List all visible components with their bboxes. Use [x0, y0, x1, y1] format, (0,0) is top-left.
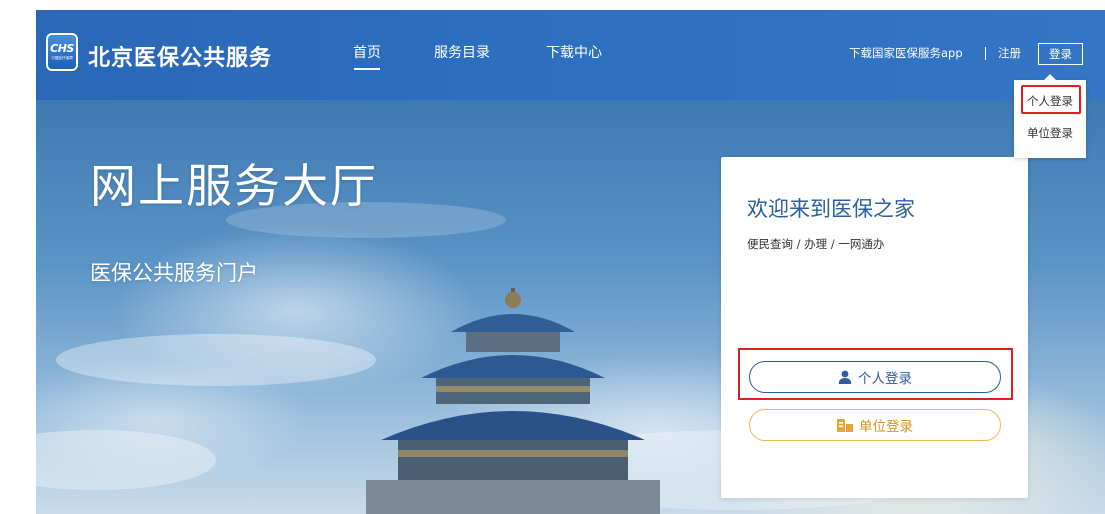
login-button[interactable]: 登录 — [1038, 43, 1083, 65]
download-app-link[interactable]: 下载国家医保服务app — [849, 45, 963, 61]
hero-title: 网上服务大厅 — [90, 159, 378, 213]
personal-login-button[interactable]: 个人登录 — [749, 361, 1001, 393]
card-title: 欢迎来到医保之家 — [747, 197, 915, 221]
register-link[interactable]: 注册 — [998, 45, 1021, 61]
dropdown-item-unit-login[interactable]: 单位登录 — [1014, 125, 1086, 141]
logo-subtext: 中国医疗保障 — [51, 55, 73, 60]
nav-service-catalog[interactable]: 服务目录 — [434, 42, 490, 62]
login-dropdown-menu: 个人登录 单位登录 — [1014, 74, 1086, 158]
welcome-card: 欢迎来到医保之家 便民查询 / 办理 / 一网通办 个人登录 单位登录 — [721, 157, 1028, 498]
nav-download-center[interactable]: 下载中心 — [546, 42, 602, 62]
header-divider — [985, 47, 986, 60]
dropdown-item-personal-login[interactable]: 个人登录 — [1014, 93, 1086, 109]
nav-home[interactable]: 首页 — [353, 42, 381, 70]
unit-login-button[interactable]: 单位登录 — [749, 409, 1001, 441]
person-icon — [838, 370, 852, 384]
building-icon — [837, 419, 853, 432]
unit-login-label: 单位登录 — [859, 419, 913, 435]
header-bar: CHS 中国医疗保障 北京医保公共服务 首页 服务目录 下载中心 下载国家医保服… — [36, 10, 1105, 100]
page: CHS 中国医疗保障 北京医保公共服务 首页 服务目录 下载中心 下载国家医保服… — [36, 10, 1105, 514]
site-title[interactable]: 北京医保公共服务 — [88, 40, 272, 72]
logo-mark: CHS — [50, 42, 74, 55]
personal-login-label: 个人登录 — [858, 371, 912, 387]
chs-logo[interactable]: CHS 中国医疗保障 — [46, 33, 78, 71]
hero-subtitle: 医保公共服务门户 — [90, 261, 258, 285]
card-subtitle: 便民查询 / 办理 / 一网通办 — [747, 237, 885, 251]
